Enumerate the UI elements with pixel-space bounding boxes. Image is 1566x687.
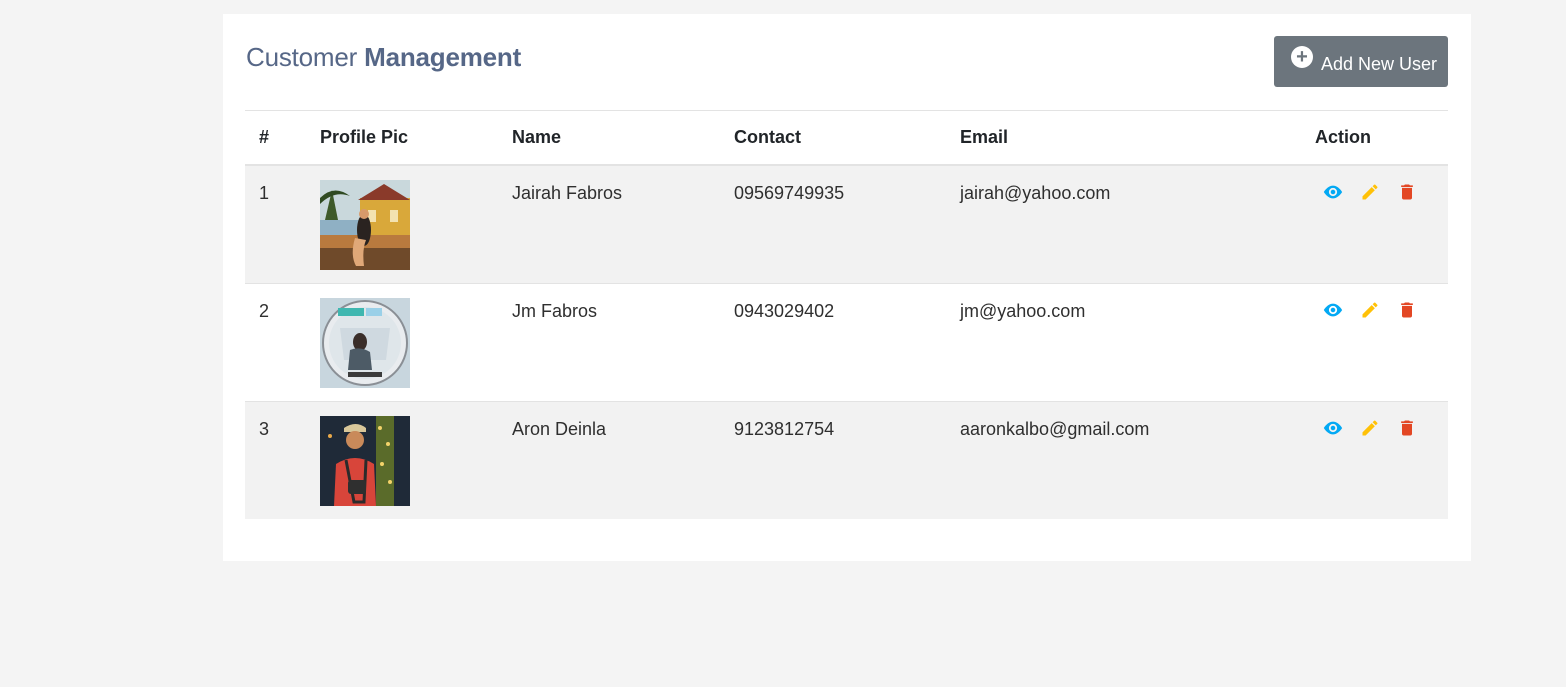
table-row: 3 Aron Deinla 9123812754 aaronkalbo@gmai… — [245, 401, 1448, 519]
customer-name: Aron Deinla — [512, 418, 607, 439]
add-new-user-button[interactable]: + Add New User — [1274, 36, 1448, 87]
pencil-icon[interactable] — [1358, 298, 1382, 322]
customer-email: jairah@yahoo.com — [960, 183, 1111, 203]
column-header-email: Email — [960, 127, 1009, 147]
eye-icon[interactable] — [1321, 416, 1345, 440]
column-header-number: # — [259, 127, 270, 147]
customer-contact: 9123812754 — [734, 418, 835, 439]
column-header-name: Name — [512, 127, 562, 147]
column-header-action: Action — [1315, 127, 1371, 147]
profile-pic-cell — [320, 283, 512, 401]
table-header-row: # Profile Pic Name Contact Email Action — [245, 110, 1448, 165]
page-title-light: Customer — [246, 42, 358, 72]
customer-management-card: Customer Management + Add New User # Pro… — [223, 14, 1471, 561]
pencil-icon[interactable] — [1358, 416, 1382, 440]
table-row: 1 Jairah Fabros 09569749935 jairah@yahoo… — [245, 165, 1448, 283]
profile-pic-jairah — [320, 180, 410, 270]
customer-email: jm@yahoo.com — [960, 300, 1086, 321]
profile-pic-cell — [320, 401, 512, 519]
page-title-bold: Management — [364, 42, 522, 72]
trash-icon[interactable] — [1395, 416, 1419, 440]
customer-email: aaronkalbo@gmail.com — [960, 418, 1150, 439]
customer-name: Jm Fabros — [512, 300, 598, 321]
action-cell — [1315, 401, 1448, 519]
profile-pic-jm — [320, 297, 410, 388]
row-number: 1 — [259, 183, 270, 203]
eye-icon[interactable] — [1321, 298, 1345, 322]
action-cell — [1315, 283, 1448, 401]
pencil-icon[interactable] — [1358, 180, 1382, 204]
profile-pic-aron — [320, 415, 410, 506]
table-row: 2 Jm Fabros 0943029402 jm@yahoo.com — [245, 283, 1448, 401]
column-header-profile-pic: Profile Pic — [320, 127, 409, 147]
row-number: 3 — [259, 418, 270, 439]
eye-icon[interactable] — [1321, 180, 1345, 204]
column-header-contact: Contact — [734, 127, 801, 147]
action-cell — [1315, 165, 1448, 283]
page-title: Customer Management — [246, 42, 521, 73]
customer-table: # Profile Pic Name Contact Email Action … — [245, 110, 1448, 519]
trash-icon[interactable] — [1395, 180, 1419, 204]
add-new-user-label: Add New User — [1321, 53, 1438, 74]
trash-icon[interactable] — [1395, 298, 1419, 322]
profile-pic-cell — [320, 165, 512, 283]
customer-name: Jairah Fabros — [512, 183, 623, 203]
customer-contact: 09569749935 — [734, 183, 845, 203]
row-number: 2 — [259, 300, 270, 321]
customer-contact: 0943029402 — [734, 300, 835, 321]
plus-circle-icon: + — [1291, 45, 1313, 68]
